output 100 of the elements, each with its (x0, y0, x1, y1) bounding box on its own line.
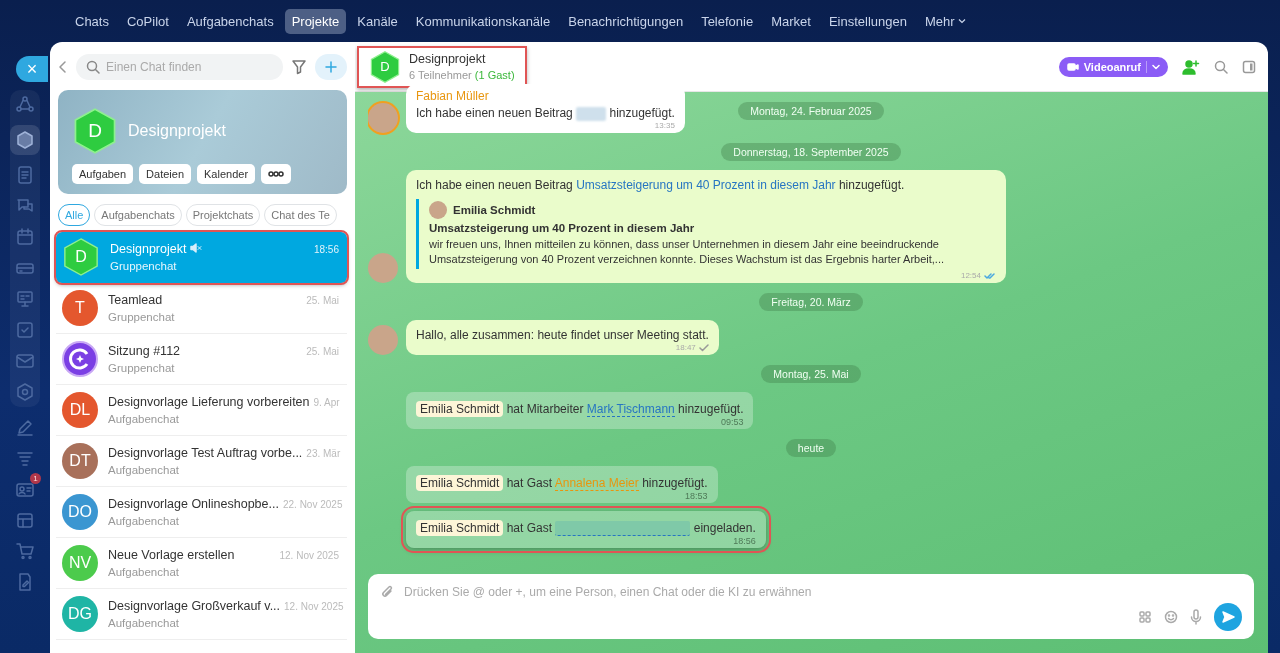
message-composer[interactable]: Drücken Sie @ oder +, um eine Person, einen Chat oder die KI zu erwähnen (368, 574, 1254, 639)
user-mention[interactable]: Emilia Schmidt (416, 401, 504, 417)
chat-time: 25. Mai (306, 295, 339, 306)
chat-list-item[interactable]: DG Designvorlage Großverkauf v... 12. Nov 2025 Aufgabenchat (56, 589, 347, 640)
chevron-down-icon (957, 18, 966, 24)
message-text: Hallo, alle zusammen: heute findet unser Meeting statt. (416, 327, 709, 343)
chat-time: 25. Mai (306, 346, 339, 357)
quote-text: wir freuen uns, Ihnen mitteilen zu können, dass unser Unternehmen in diesem Jahr eine beeindruckende Umsatzsteigerung von 40 Prozent verzeichnen konnte. Dieses Wachstum ist das Ergebnis harter Arbeit,... (429, 237, 945, 267)
side-panel-icon[interactable] (1242, 59, 1256, 74)
chat-subtitle: Gruppenchat (108, 362, 176, 374)
message-text: Emilia Schmidt hat Gast Annalena Meier hinzugefügt. (416, 475, 708, 491)
hexagon-avatar: D (369, 50, 401, 83)
nav-tab[interactable]: Telefonie (694, 8, 761, 34)
message-time: 13:35 (654, 121, 675, 130)
message-text: Emilia Schmidt hat Mitarbeiter Mark Tischmann hinzugefügt. (416, 401, 744, 417)
chat-avatar: NV (62, 545, 98, 581)
nav-tab[interactable]: Projekte (284, 8, 347, 34)
camera-icon (1066, 61, 1079, 72)
message-time: 18:47 (675, 343, 696, 352)
nav-tab[interactable]: Chats (68, 8, 116, 34)
checkbox-icon[interactable] (14, 319, 36, 341)
project-action-button[interactable]: Dateien (139, 164, 192, 184)
smiley-icon[interactable] (1164, 610, 1178, 624)
grid-icon[interactable] (1138, 610, 1152, 624)
new-chat-button[interactable] (315, 54, 347, 80)
back-icon[interactable] (58, 60, 68, 74)
search-icon (86, 60, 100, 74)
hexagon-avatar: D (62, 238, 100, 276)
chat-subtitle: Gruppenchat (110, 260, 178, 272)
message-time: 18:53 (685, 491, 708, 501)
chat-subtitle: Aufgabenchat (108, 464, 180, 476)
nav-tab[interactable]: Kanäle (350, 8, 405, 34)
user-mention[interactable]: Emilia Schmidt (416, 520, 504, 536)
chat-list-item[interactable]: NV Neue Vorlage erstellen 12. Nov 2025 Aufgabenchat (56, 538, 347, 589)
chat-time: 12. Nov 2025 (284, 601, 344, 612)
more-menu[interactable]: Mehr (918, 8, 973, 34)
avatar (429, 201, 447, 219)
message-time: 12:54 (960, 271, 981, 280)
chat-list-item[interactable]: Sitzung #112 25. Mai Gruppenchat (56, 334, 347, 385)
cart-icon[interactable] (14, 540, 36, 562)
search-field[interactable]: Einen Chat finden (76, 54, 283, 80)
chat-subtitle: Aufgabenchat (108, 515, 180, 527)
paperclip-icon (380, 585, 394, 599)
chat-list-item[interactable]: DL Designvorlage Lieferung vorbereiten 9. Apr Aufgabenchat (56, 385, 347, 436)
chat-list-item[interactable]: DT Designvorlage Test Auftrag vorbe... 23. Mär Aufgabenchat (56, 436, 347, 487)
chat-time: 12. Nov 2025 (279, 550, 339, 561)
chat-time: 18:56 (313, 244, 339, 255)
project-title: Designprojekt (128, 122, 226, 140)
chat-time: 23. Mär (306, 448, 341, 459)
nav-tab[interactable]: Aufgabenchats (179, 8, 281, 34)
dots-icon (268, 170, 285, 178)
message-time: 18:56 (733, 536, 756, 547)
project-action-button[interactable]: Aufgaben (72, 164, 134, 184)
chat-title: Designvorlage Großverkauf v... (108, 599, 281, 613)
chat-time: 22. Nov 2025 (282, 499, 343, 510)
hexagon-icon[interactable] (14, 129, 36, 151)
chat-avatar: T (62, 290, 98, 326)
send-button[interactable] (1214, 603, 1242, 631)
chat-list-item[interactable]: DO Designvorlage Onlineshopbe... 22. Nov 2025 Aufgabenchat (56, 487, 347, 538)
send-arrow-icon (1221, 610, 1235, 624)
caret-icon (1152, 63, 1160, 70)
message-text: Ich habe einen neuen Beitrag Umsatzsteigerung um 40 Prozent in diesem Jahr hinzugefügt. (416, 177, 906, 193)
chat-title: Designvorlage Test Auftrag vorbe... (108, 446, 303, 460)
nav-tab[interactable]: CoPilot (119, 8, 176, 34)
nav-tab[interactable]: Kommunikationskanäle (408, 8, 558, 34)
notification-badge: 1 (30, 473, 41, 484)
presentation-icon[interactable] (14, 288, 36, 310)
date-separator: Montag, 24. Februar 2025 (738, 102, 884, 120)
author-name: Fabian Müller (416, 89, 490, 103)
date-separator: Donnerstag, 18. September 2025 (721, 143, 901, 161)
chat-subtitle: Aufgabenchat (108, 566, 180, 578)
microphone-icon[interactable] (1190, 609, 1202, 625)
message-text: Emilia Schmidt hat Gast eingeladen. (416, 520, 756, 537)
more-button[interactable] (261, 164, 292, 184)
chat-title: Designprojekt (110, 242, 187, 256)
nav-tab[interactable]: Market (764, 8, 818, 34)
quote-title: Umsatzsteigerung um 40 Prozent in diesem Jahr (429, 222, 696, 234)
nav-tab[interactable]: Benachrichtigungen (561, 8, 691, 34)
chat-avatar: DG (62, 596, 98, 632)
chat-avatar: DO (62, 494, 98, 530)
chat-title: Teamlead (108, 293, 163, 307)
chat-subtitle: Aufgabenchat (108, 617, 180, 629)
message-text: Ich habe einen neuen Beitrag hinzugefügt. (416, 105, 675, 121)
search-icon[interactable] (1214, 59, 1228, 74)
project-action-button[interactable]: Kalender (197, 164, 256, 184)
quote-author: Emilia Schmidt (453, 204, 536, 216)
user-mention[interactable]: Emilia Schmidt (416, 475, 504, 491)
filter-icon[interactable] (291, 59, 307, 75)
hexagon-avatar: D (72, 108, 118, 154)
gear-icon[interactable] (14, 381, 36, 403)
date-separator: Montag, 25. Mai (761, 365, 861, 383)
chat-time: 9. Apr (313, 397, 340, 408)
post-link[interactable]: Umsatzsteigerung um 40 Prozent in diesem Jahr (576, 178, 836, 192)
calendar-icon[interactable] (14, 226, 36, 248)
video-call-button[interactable]: Videoanruf (1058, 56, 1168, 77)
nav-tab[interactable]: Einstellungen (821, 8, 914, 34)
add-user-icon[interactable] (1182, 58, 1200, 75)
chat-avatar: DL (62, 392, 98, 428)
chat-list-item[interactable]: T Teamlead 25. Mai Gruppenchat (56, 283, 347, 334)
chat-avatar: DT (62, 443, 98, 479)
